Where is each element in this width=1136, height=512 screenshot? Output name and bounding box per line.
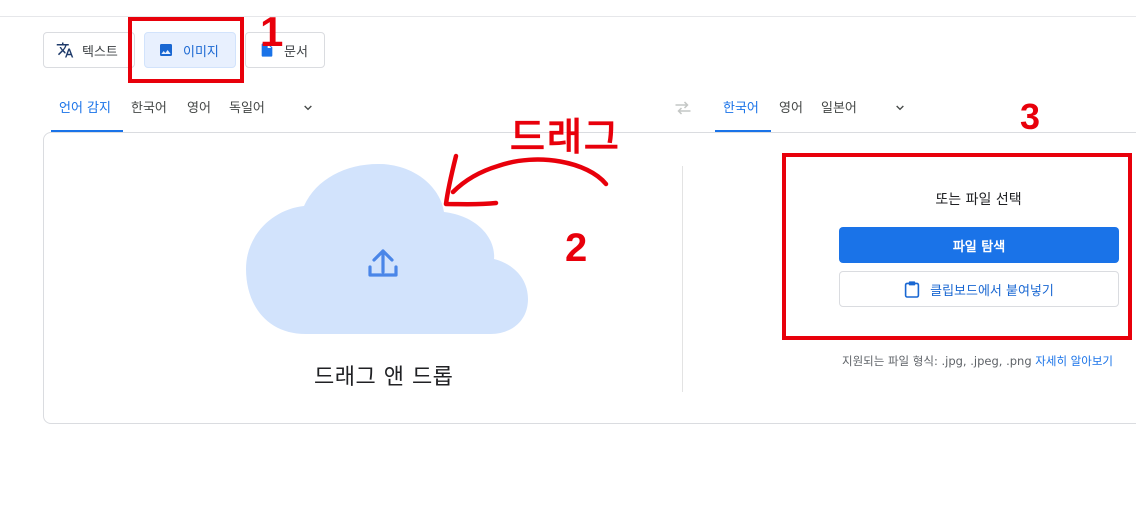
- source-lang-tab-detect[interactable]: 언어 감지: [59, 97, 111, 116]
- learn-more-link[interactable]: 자세히 알아보기: [1035, 354, 1113, 368]
- source-lang-more-chevron-icon[interactable]: [300, 100, 316, 116]
- target-lang-tab-korean[interactable]: 한국어: [723, 97, 759, 116]
- text-mode-button[interactable]: 텍스트: [43, 32, 135, 68]
- panel-divider: [682, 166, 683, 392]
- source-lang-tab-english[interactable]: 영어: [187, 97, 211, 116]
- annotation-box-1: [128, 17, 244, 83]
- annotation-number-2: 2: [565, 226, 588, 270]
- swap-languages-icon[interactable]: [674, 100, 692, 116]
- document-mode-button[interactable]: 문서: [245, 32, 325, 68]
- target-lang-tab-japanese[interactable]: 일본어: [821, 97, 857, 116]
- target-lang-tab-english[interactable]: 영어: [779, 97, 803, 116]
- target-lang-more-chevron-icon[interactable]: [892, 100, 908, 116]
- document-mode-label: 문서: [284, 44, 308, 60]
- source-lang-tab-german[interactable]: 독일어: [229, 97, 265, 116]
- text-mode-label: 텍스트: [82, 44, 118, 60]
- supported-formats-text: 지원되는 파일 형식: .jpg, .jpeg, .png 자세히 알아보기: [842, 353, 1113, 369]
- drag-and-drop-label: 드래그 앤 드롭: [314, 365, 454, 390]
- source-lang-tab-korean[interactable]: 한국어: [131, 97, 167, 116]
- annotation-number-1: 1: [260, 8, 284, 55]
- translate-icon: [56, 41, 74, 59]
- supported-formats-label: 지원되는 파일 형식: .jpg, .jpeg, .png: [842, 354, 1032, 368]
- annotation-box-3: [782, 153, 1132, 340]
- annotation-arrow-icon: [443, 153, 609, 207]
- annotation-number-3: 3: [1020, 96, 1041, 137]
